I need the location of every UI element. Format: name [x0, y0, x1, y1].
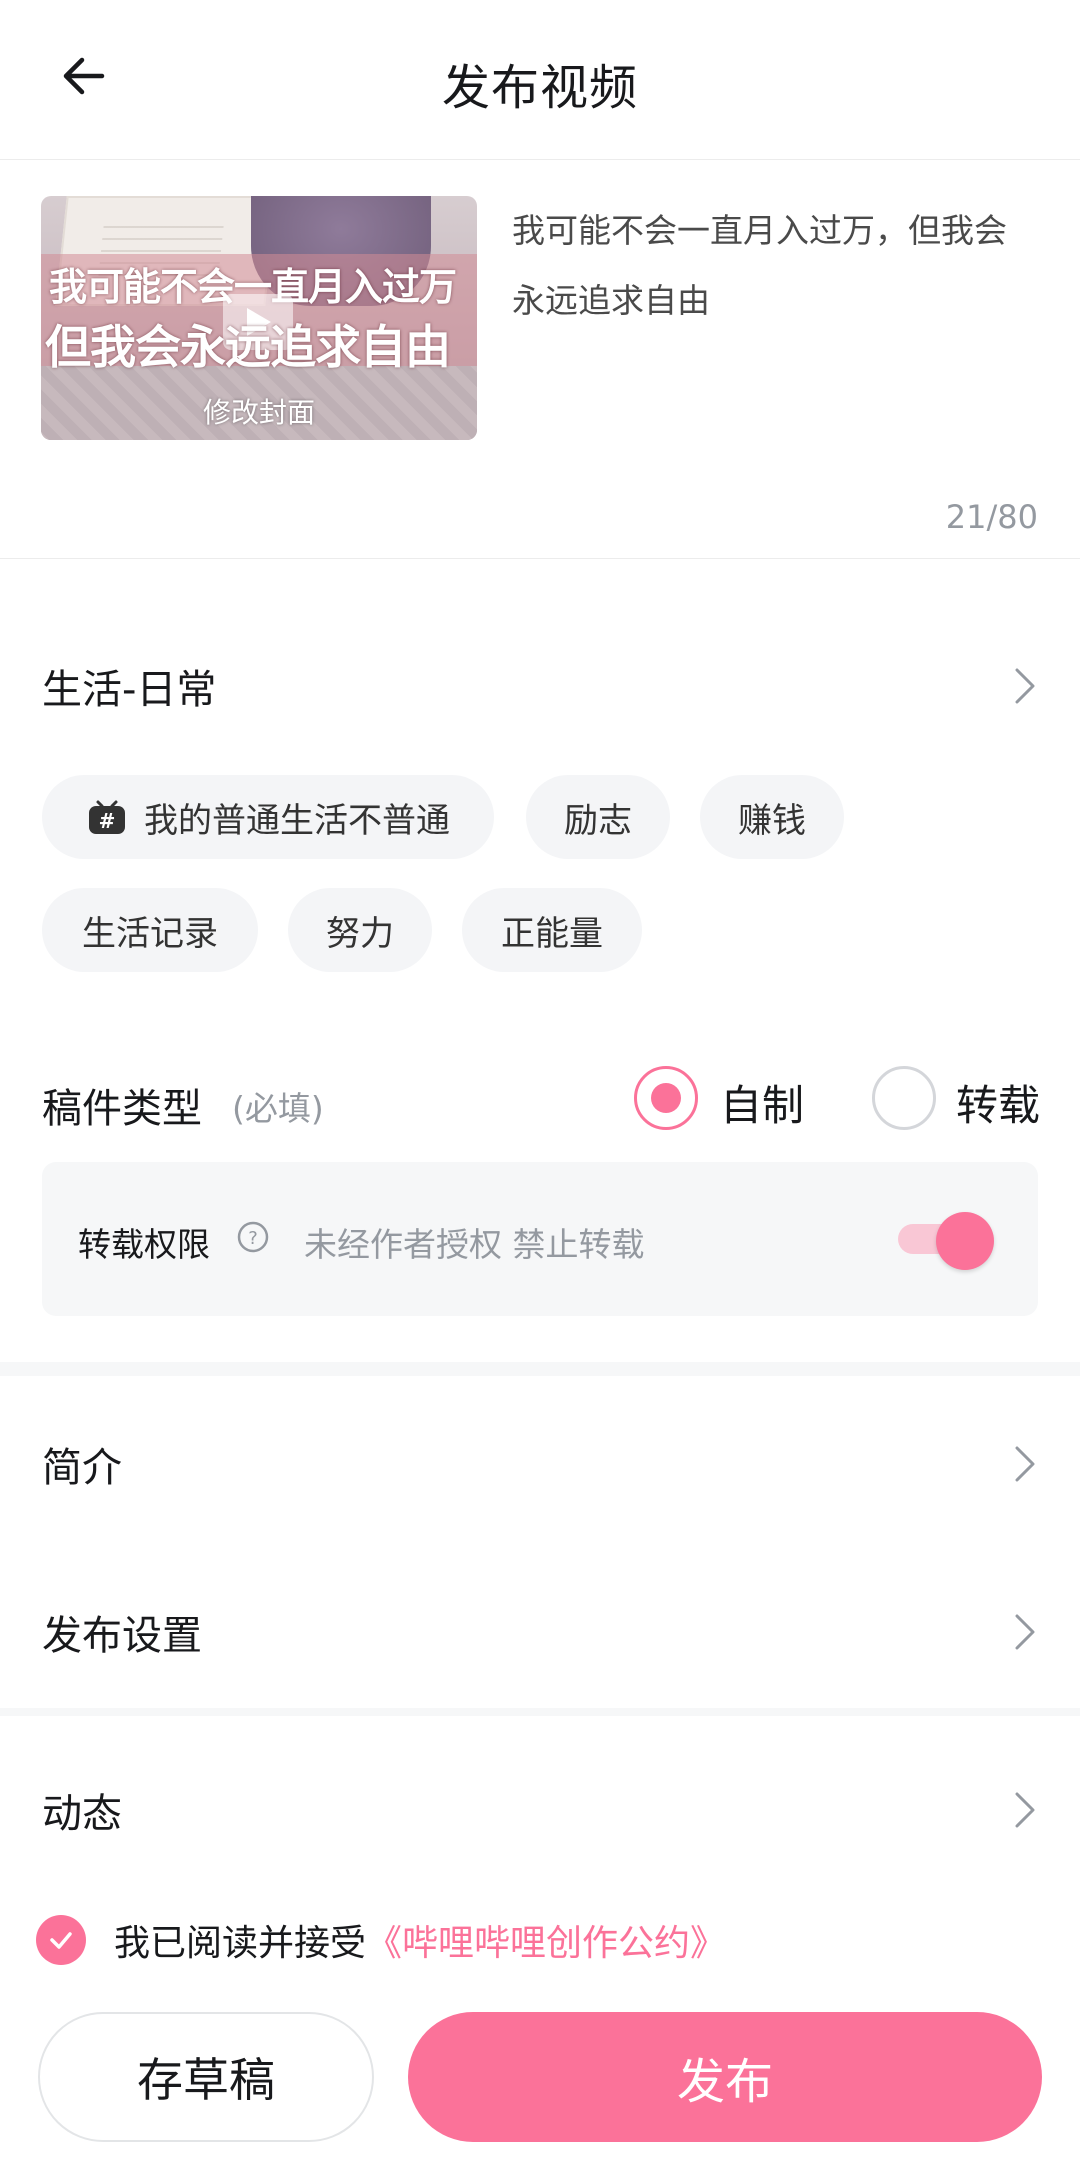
radio-repost[interactable]: [872, 1066, 936, 1130]
agreement-row: 我已阅读并接受 《哔哩哔哩创作公约》: [36, 1912, 726, 1968]
title-input[interactable]: 我可能不会一直月入过万，但我会永远追求自由: [512, 196, 1032, 336]
tag-label: 我的普通生活不普通: [144, 800, 450, 841]
category-row[interactable]: 生活-日常: [0, 650, 1080, 722]
tag-chip[interactable]: 励志: [526, 775, 670, 859]
agreement-text: 我已阅读并接受: [114, 1923, 367, 1964]
radio-original-label[interactable]: 自制: [720, 1072, 804, 1133]
publish-button[interactable]: 发布: [408, 2012, 1042, 2142]
topic-tag[interactable]: # 我的普通生活不普通: [42, 775, 494, 859]
section-separator: [0, 1362, 1080, 1376]
required-hint: (必填): [232, 1089, 324, 1128]
tag-chip[interactable]: 赚钱: [700, 775, 844, 859]
agreement-checkbox[interactable]: [36, 1915, 86, 1965]
intro-label: 简介: [42, 1445, 122, 1491]
manuscript-type-label: 稿件类型: [42, 1086, 202, 1132]
publish-settings-label: 发布设置: [42, 1613, 202, 1659]
publish-settings-row[interactable]: 发布设置: [0, 1596, 1080, 1668]
svg-text:#: #: [99, 809, 116, 833]
tag-chip[interactable]: 正能量: [462, 888, 642, 972]
cover-thumbnail[interactable]: 我可能不会一直月入过万 但我会永远追求自由 修改封面: [41, 196, 477, 440]
chevron-right-icon: [1010, 1444, 1040, 1484]
category-label: 生活-日常: [42, 667, 217, 713]
creation-convention-link[interactable]: 《哔哩哔哩创作公约》: [366, 1914, 726, 1966]
radio-original[interactable]: [634, 1066, 698, 1130]
repost-permission-toggle[interactable]: [898, 1212, 994, 1270]
edit-cover-label[interactable]: 修改封面: [41, 391, 477, 431]
divider: [0, 558, 1080, 559]
chevron-right-icon: [1010, 666, 1040, 706]
toggle-knob: [936, 1212, 994, 1270]
radio-repost-label[interactable]: 转载: [956, 1072, 1040, 1133]
page-title: 发布视频: [441, 60, 638, 116]
tag-chip[interactable]: 生活记录: [42, 888, 258, 972]
chevron-right-icon: [1010, 1612, 1040, 1652]
chevron-right-icon: [1010, 1790, 1040, 1830]
intro-row[interactable]: 简介: [0, 1428, 1080, 1500]
section-separator: [0, 1708, 1080, 1716]
svg-text:?: ?: [248, 1228, 258, 1249]
cover-overlay-text-2: 但我会永远追求自由: [45, 320, 451, 374]
dynamic-label: 动态: [42, 1791, 122, 1837]
dynamic-row[interactable]: 动态: [0, 1774, 1080, 1846]
bilibili-tv-topic-icon: #: [86, 796, 128, 838]
top-bar: 发布视频: [0, 0, 1080, 160]
char-counter: 21/80: [945, 498, 1038, 536]
repost-permission-description: 未经作者授权 禁止转载: [304, 1225, 645, 1264]
tag-chip[interactable]: 努力: [288, 888, 432, 972]
save-draft-button[interactable]: 存草稿: [38, 2012, 374, 2142]
repost-permission-panel: 转载权限 ? 未经作者授权 禁止转载: [42, 1162, 1038, 1316]
repost-permission-label: 转载权限: [78, 1225, 210, 1264]
help-icon[interactable]: ?: [236, 1220, 270, 1254]
checkmark-icon: [50, 1932, 72, 1949]
